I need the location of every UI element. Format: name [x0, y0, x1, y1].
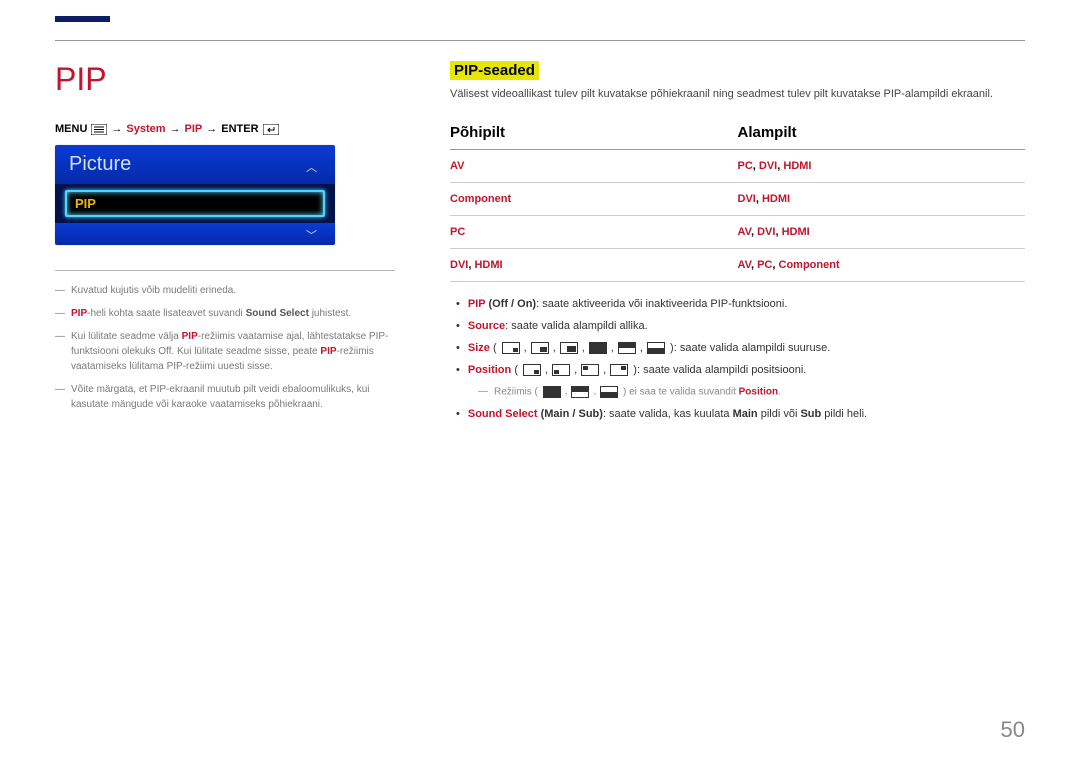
footnote-text: PIP-heli kohta saate lisateavet suvandi …	[71, 306, 351, 321]
pip-position-icon	[523, 364, 541, 376]
position-icons: , , ,	[523, 364, 628, 376]
settings-list: PIP (Off / On): saate aktiveerida või in…	[450, 298, 1025, 376]
arrow-icon: →	[206, 123, 217, 135]
pip-size-icon	[589, 342, 607, 354]
footnote: ― PIP-heli kohta saate lisateavet suvand…	[55, 306, 395, 321]
breadcrumb-menu: MENU	[55, 123, 87, 135]
arrow-icon: →	[170, 123, 181, 135]
pip-size-icon	[600, 386, 618, 398]
divider	[55, 270, 395, 271]
enter-icon	[263, 124, 279, 135]
settings-list-continued: Sound Select (Main / Sub): saate valida,…	[450, 408, 1025, 420]
page-title: PIP	[55, 61, 395, 98]
page-number: 50	[1001, 717, 1025, 743]
pip-source-table: Põhipilt Alampilt AV PC, DVI, HDMI Compo…	[450, 120, 1025, 282]
pip-size-icon	[543, 386, 561, 398]
breadcrumb-pip: PIP	[185, 123, 203, 135]
footnote: ― Kuvatud kujutis võib mudeliti erineda.	[55, 283, 395, 298]
table-header-sub: Alampilt	[738, 120, 1026, 150]
section-heading: PIP-seaded	[450, 61, 539, 80]
arrow-icon: →	[111, 123, 122, 135]
list-item: Size ( , , , , , ): saate valida alampil…	[450, 342, 1025, 354]
footnote-text: Võite märgata, et PIP-ekraanil muutub pi…	[71, 382, 395, 412]
sub-note: ― Režiimis ( , , ) ei saa te valida suva…	[478, 386, 1025, 398]
menu-icon	[91, 124, 107, 135]
table-row: AV PC, DVI, HDMI	[450, 150, 1025, 183]
chevron-down-icon: ﹀	[306, 227, 317, 243]
breadcrumb-enter: ENTER	[221, 123, 258, 135]
pip-position-icon	[581, 364, 599, 376]
size-icons: , , , , ,	[502, 342, 665, 354]
table-row: PC AV, DVI, HDMI	[450, 216, 1025, 249]
list-item: Position ( , , , ): saate valida alampil…	[450, 364, 1025, 376]
breadcrumb: MENU → System → PIP → ENTER	[55, 123, 395, 135]
osd-menu-preview: Picture ︿ PIP ﹀	[55, 145, 335, 245]
list-item: Sound Select (Main / Sub): saate valida,…	[450, 408, 1025, 420]
table-row: DVI, HDMI AV, PC, Component	[450, 249, 1025, 282]
footnote: ― Kui lülitate seadme välja PIP-režiimis…	[55, 329, 395, 374]
chevron-up-icon: ︿	[306, 159, 317, 175]
osd-menu-header: Picture ︿	[55, 145, 335, 184]
pip-size-icon	[571, 386, 589, 398]
list-item: PIP (Off / On): saate aktiveerida või in…	[450, 298, 1025, 310]
pip-position-icon	[552, 364, 570, 376]
footnote-text: Kuvatud kujutis võib mudeliti erineda.	[71, 283, 236, 298]
pip-size-icon	[502, 342, 520, 354]
pip-size-icon	[647, 342, 665, 354]
table-row: Component DVI, HDMI	[450, 183, 1025, 216]
pip-size-icon	[531, 342, 549, 354]
top-divider	[55, 40, 1025, 41]
osd-menu-footer: ﹀	[55, 223, 335, 245]
list-item: Source: saate valida alampildi allika.	[450, 320, 1025, 332]
osd-selected-label: PIP	[65, 190, 325, 217]
osd-selected-row: PIP	[55, 184, 335, 223]
mode-icons: , ,	[543, 386, 619, 398]
section-description: Välisest videoallikast tulev pilt kuvata…	[450, 88, 1025, 100]
pip-size-icon	[618, 342, 636, 354]
osd-menu-title: Picture	[69, 153, 131, 175]
pip-size-icon	[560, 342, 578, 354]
table-header-main: Põhipilt	[450, 120, 738, 150]
breadcrumb-system: System	[126, 123, 165, 135]
pip-position-icon	[610, 364, 628, 376]
footnote: ― Võite märgata, et PIP-ekraanil muutub …	[55, 382, 395, 412]
footnote-text: Kui lülitate seadme välja PIP-režiimis v…	[71, 329, 395, 374]
